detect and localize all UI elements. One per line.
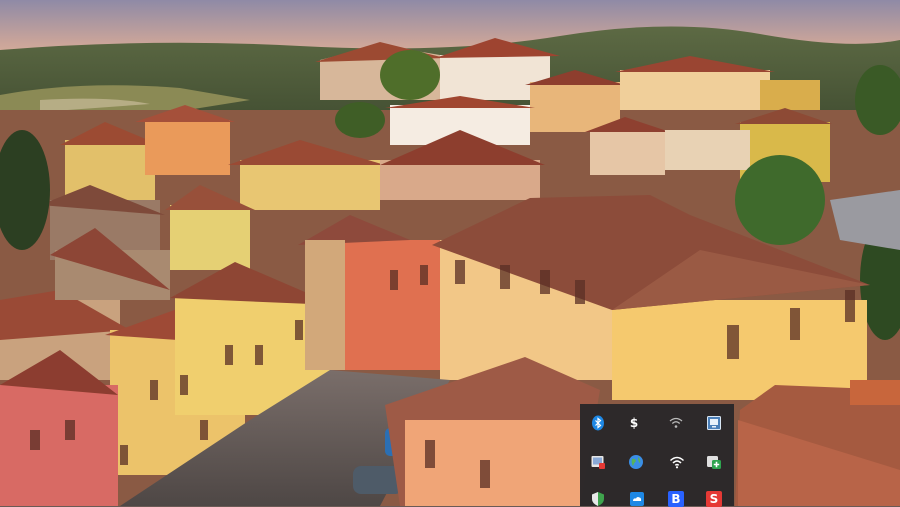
image-viewer-icon[interactable] <box>590 454 606 470</box>
wifi-signal-icon[interactable] <box>669 454 685 470</box>
s-app-icon[interactable]: S <box>706 491 722 507</box>
b-app-icon[interactable]: B <box>668 491 684 507</box>
monitor-app-icon[interactable] <box>706 415 722 431</box>
dollar-app-icon[interactable]: $ <box>626 415 642 431</box>
wifi-icon[interactable] <box>668 415 684 431</box>
tray-overflow-panel: $ B S <box>580 404 734 507</box>
shield-icon[interactable] <box>590 491 606 507</box>
blue-cloud-icon[interactable] <box>629 491 645 507</box>
bluetooth-icon[interactable] <box>590 415 606 431</box>
globe-icon[interactable] <box>628 454 644 470</box>
green-app-icon[interactable] <box>706 454 722 470</box>
desktop-wallpaper <box>0 0 900 506</box>
